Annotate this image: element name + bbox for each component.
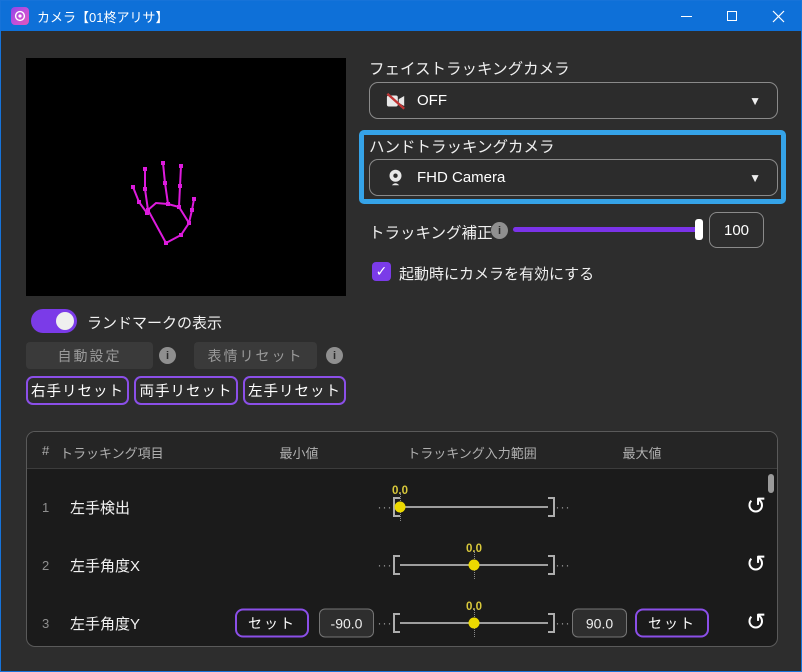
- camera-window: カメラ【01柊アリサ】 フェイストラッキングカメラ OFF ▼: [0, 0, 802, 672]
- tracking-correction-value[interactable]: 100: [709, 212, 764, 248]
- titlebar: カメラ【01柊アリサ】: [1, 1, 801, 31]
- minimize-button[interactable]: [663, 1, 709, 31]
- extend-dots-icon: ···: [555, 500, 571, 514]
- slider-dot[interactable]: [469, 618, 480, 629]
- range-slider[interactable]: ··· 0.0 ···: [377, 613, 571, 633]
- table-header: # トラッキング項目 最小値 トラッキング入力範囲 最大値: [27, 432, 777, 469]
- extend-dots-icon: ···: [555, 616, 571, 630]
- table-row: 3 左手角度Y セット -90.0 ··· 0.0 ··· 90.0 セット: [27, 594, 777, 652]
- row-index: 3: [42, 616, 60, 631]
- reset-icon: ↺: [746, 609, 766, 636]
- reset-icon: ↺: [746, 493, 766, 520]
- close-icon: [772, 10, 785, 23]
- tracking-correction-label: トラッキング補正: [369, 221, 493, 243]
- info-icon[interactable]: i: [159, 347, 176, 364]
- row-reset-button[interactable]: ↺: [742, 611, 770, 635]
- min-bracket-handle[interactable]: [393, 613, 399, 633]
- chevron-down-icon: ▼: [749, 171, 761, 185]
- slider-dot[interactable]: [469, 560, 480, 571]
- tracking-correction-slider[interactable]: [513, 227, 701, 232]
- row-reset-button[interactable]: ↺: [742, 495, 770, 519]
- extend-dots-icon: ···: [377, 616, 393, 630]
- expression-reset-button[interactable]: 表情リセット: [194, 342, 317, 369]
- toggle-knob: [56, 312, 74, 330]
- chevron-down-icon: ▼: [749, 94, 761, 108]
- range-slider[interactable]: ··· 0.0 ···: [377, 555, 571, 575]
- hand-camera-label: ハンドトラッキングカメラ: [369, 135, 555, 157]
- maximize-icon: [727, 11, 737, 21]
- row-index: 1: [42, 500, 60, 515]
- slider-thumb[interactable]: [695, 219, 703, 240]
- row-label: 左手検出: [70, 497, 130, 518]
- hand-landmarks: [26, 58, 346, 296]
- app-logo-icon: [11, 7, 29, 25]
- window-controls: [663, 1, 801, 31]
- slider-track[interactable]: 0.0: [400, 622, 548, 624]
- set-max-button[interactable]: セット: [635, 609, 709, 638]
- enable-on-startup-label: 起動時にカメラを有効にする: [399, 263, 594, 284]
- min-value-input[interactable]: -90.0: [319, 609, 374, 638]
- max-bracket-handle[interactable]: [549, 613, 555, 633]
- enable-on-startup-checkbox[interactable]: ✓: [372, 262, 391, 281]
- max-value-input[interactable]: 90.0: [572, 609, 627, 638]
- window-title: カメラ【01柊アリサ】: [37, 7, 168, 26]
- face-camera-dropdown[interactable]: OFF ▼: [369, 82, 778, 119]
- extend-dots-icon: ···: [377, 500, 393, 514]
- right-hand-reset-button[interactable]: 右手リセット: [26, 376, 129, 405]
- minimize-icon: [681, 16, 692, 17]
- hand-camera-value: FHD Camera: [417, 169, 505, 186]
- reset-icon: ↺: [746, 551, 766, 578]
- check-icon: ✓: [376, 263, 388, 280]
- camera-off-icon: [385, 91, 407, 111]
- close-button[interactable]: [755, 1, 801, 31]
- left-hand-reset-button[interactable]: 左手リセット: [243, 376, 346, 405]
- min-bracket-handle[interactable]: [393, 555, 399, 575]
- row-label: 左手角度X: [70, 555, 140, 576]
- header-min: 最小値: [279, 443, 318, 462]
- header-range: トラッキング入力範囲: [407, 443, 537, 462]
- slider-dot[interactable]: [395, 502, 406, 513]
- auto-setting-button[interactable]: 自動設定: [26, 342, 153, 369]
- face-camera-value: OFF: [417, 92, 447, 109]
- camera-preview: [26, 58, 346, 296]
- tracking-table: # トラッキング項目 最小値 トラッキング入力範囲 最大値 1 左手検出 ···…: [26, 431, 778, 647]
- slider-track[interactable]: 0.0: [400, 506, 548, 508]
- table-row: 1 左手検出 ··· 0.0 ··· ↺: [27, 478, 777, 536]
- header-item: トラッキング項目: [60, 443, 164, 462]
- row-index: 2: [42, 558, 60, 573]
- maximize-button[interactable]: [709, 1, 755, 31]
- landmark-toggle-label: ランドマークの表示: [87, 312, 222, 333]
- info-icon[interactable]: i: [326, 347, 343, 364]
- landmark-toggle[interactable]: [31, 309, 77, 333]
- extend-dots-icon: ···: [555, 558, 571, 572]
- face-camera-label: フェイストラッキングカメラ: [369, 57, 570, 79]
- both-hand-reset-button[interactable]: 両手リセット: [134, 376, 238, 405]
- set-min-button[interactable]: セット: [235, 609, 309, 638]
- webcam-icon: [385, 168, 407, 188]
- header-max: 最大値: [622, 443, 661, 462]
- extend-dots-icon: ···: [377, 558, 393, 572]
- max-bracket-handle[interactable]: [549, 497, 555, 517]
- info-icon[interactable]: i: [491, 222, 508, 239]
- table-row: 2 左手角度X ··· 0.0 ··· ↺: [27, 536, 777, 594]
- hand-camera-dropdown[interactable]: FHD Camera ▼: [369, 159, 778, 196]
- max-bracket-handle[interactable]: [549, 555, 555, 575]
- row-label: 左手角度Y: [70, 613, 140, 634]
- range-slider[interactable]: ··· 0.0 ···: [377, 497, 571, 517]
- row-reset-button[interactable]: ↺: [742, 553, 770, 577]
- slider-track[interactable]: 0.0: [400, 564, 548, 566]
- header-index: #: [42, 443, 49, 458]
